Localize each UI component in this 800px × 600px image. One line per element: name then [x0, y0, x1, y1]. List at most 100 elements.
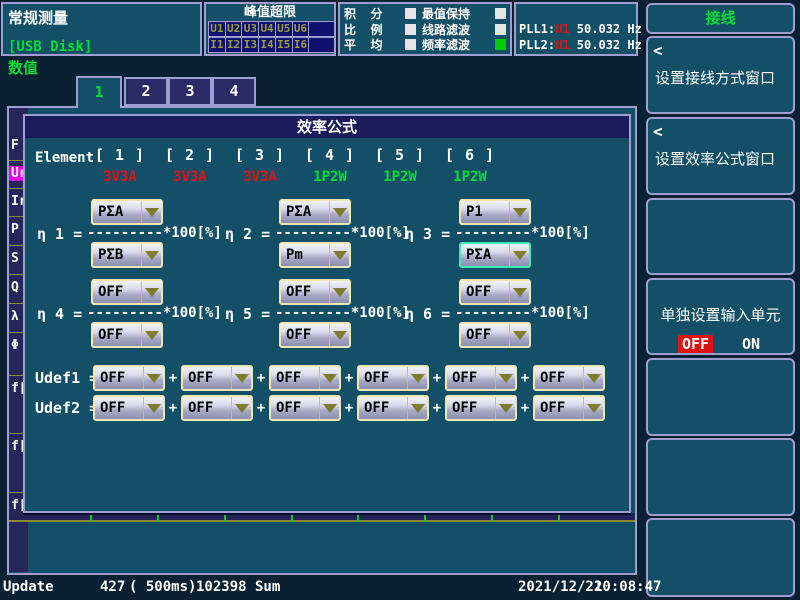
formula-eta1: η 1 = PΣA ---------*100[%] PΣB	[37, 199, 252, 269]
tab-page-4[interactable]: 4	[212, 77, 256, 106]
fraction-bar: ---------*100[%]	[87, 305, 222, 321]
wiring-type-6: 1P2W	[435, 169, 505, 185]
udef1-term2-dropdown[interactable]: OFF	[181, 365, 253, 391]
udef1-term6-dropdown[interactable]: OFF	[533, 365, 605, 391]
measurement-mode-label: 常规测量	[8, 7, 68, 28]
column-tick	[558, 515, 560, 522]
element-label: Element	[35, 146, 85, 185]
acquisition-status-box: 积 分 比 例 平 均 最值保持 线路滤波 频率滤波	[338, 2, 512, 56]
line-filter-label: 线路滤波	[422, 21, 470, 38]
update-count: 427	[100, 579, 125, 595]
eta5-denominator-dropdown[interactable]: OFF	[279, 322, 351, 348]
tab-page-2[interactable]: 2	[124, 77, 168, 106]
update-rate: ( 500ms)	[129, 579, 196, 595]
pll1-source: U1	[555, 22, 569, 36]
fraction-bar: ---------*100[%]	[455, 225, 590, 241]
chevron-down-icon	[143, 397, 163, 419]
eta5-numerator-dropdown[interactable]: OFF	[279, 279, 351, 305]
pll-box: PLL1:U1 50.032 Hz PLL2:U1 50.032 Hz	[514, 2, 638, 56]
eta4-numerator-dropdown[interactable]: OFF	[91, 279, 163, 305]
fraction-bar: ---------*100[%]	[455, 305, 590, 321]
udef2-term2-dropdown[interactable]: OFF	[181, 395, 253, 421]
element-3: [ 3 ]3V3A	[225, 146, 295, 185]
softkey-efficiency-formula-window[interactable]: < 设置效率公式窗口	[646, 117, 795, 195]
time-display: 10:08:47	[594, 579, 661, 595]
tab-page-3[interactable]: 3	[168, 77, 212, 106]
fraction-bar: ---------*100[%]	[275, 305, 410, 321]
back-arrow-icon: <	[653, 122, 663, 141]
plus-operator: +	[165, 400, 181, 416]
peak-indicator-u2: U2	[225, 21, 243, 37]
udef2-term5-dropdown[interactable]: OFF	[445, 395, 517, 421]
udef1-term5-dropdown[interactable]: OFF	[445, 365, 517, 391]
peak-indicator-i6: I6	[292, 37, 310, 53]
averaging-label: 平 均	[344, 36, 382, 53]
eta6-denominator-dropdown[interactable]: OFF	[459, 322, 531, 348]
chevron-down-icon	[141, 281, 161, 303]
integration-indicator	[405, 8, 416, 19]
sidebar-title-wiring: 接线	[646, 3, 795, 34]
chevron-down-icon	[141, 201, 161, 223]
chevron-down-icon	[583, 397, 603, 419]
averaging-indicator	[405, 39, 416, 50]
plus-operator: +	[341, 400, 357, 416]
udef1-row: Udef1 = OFF + OFF + OFF + OFF + OFF + OF…	[35, 364, 605, 392]
eta3-numerator-dropdown[interactable]: P1	[459, 199, 531, 225]
chevron-down-icon	[329, 281, 349, 303]
softkey-empty-2	[646, 358, 795, 436]
peak-indicator-i2: I2	[225, 37, 243, 53]
peak-indicator-i3: I3	[241, 37, 259, 53]
softkey-empty-4	[646, 518, 795, 597]
udef1-term3-dropdown[interactable]: OFF	[269, 365, 341, 391]
udef2-term4-dropdown[interactable]: OFF	[357, 395, 429, 421]
udef2-term1-dropdown[interactable]: OFF	[93, 395, 165, 421]
formula-eta4: η 4 = OFF ---------*100[%] OFF	[37, 279, 252, 349]
element-2: [ 2 ]3V3A	[155, 146, 225, 185]
peak-indicator-i5: I5	[275, 37, 293, 53]
column-tick	[491, 515, 493, 522]
eta1-numerator-dropdown[interactable]: PΣA	[91, 199, 163, 225]
peak-indicator-u5: U5	[275, 21, 293, 37]
eta4-denominator-dropdown[interactable]: OFF	[91, 322, 163, 348]
toggle-off-selected[interactable]: OFF	[678, 335, 713, 353]
chevron-down-icon	[143, 367, 163, 389]
plus-operator: +	[253, 370, 269, 386]
freq-filter-label: 频率滤波	[422, 36, 470, 53]
eta3-denominator-dropdown-focused[interactable]: PΣA	[459, 242, 531, 268]
toggle-on[interactable]: ON	[742, 335, 760, 353]
chevron-down-icon	[509, 244, 529, 266]
wiring-type-1: 3V3A	[85, 169, 155, 185]
tab-page-1[interactable]: 1	[76, 76, 122, 108]
formula-eta6: η 6 = OFF ---------*100[%] OFF	[405, 279, 620, 349]
status-right-column: 最值保持 线路滤波 频率滤波	[422, 6, 506, 52]
peak-indicator-u3: U3	[241, 21, 259, 37]
max-hold-indicator	[495, 8, 506, 19]
plus-operator: +	[429, 370, 445, 386]
column-tick	[157, 515, 159, 522]
line-filter-indicator	[495, 24, 506, 35]
eta1-denominator-dropdown[interactable]: PΣB	[91, 242, 163, 268]
table-header-strip	[9, 513, 635, 522]
pll1-readout: PLL1:U1 50.032 Hz	[519, 22, 642, 36]
element-1: [ 1 ]3V3A	[85, 146, 155, 185]
fraction-bar: ---------*100[%]	[275, 225, 410, 241]
chevron-down-icon	[509, 324, 529, 346]
udef2-term3-dropdown[interactable]: OFF	[269, 395, 341, 421]
udef2-term6-dropdown[interactable]: OFF	[533, 395, 605, 421]
pll1-frequency: 50.032 Hz	[570, 22, 642, 36]
chevron-down-icon	[319, 397, 339, 419]
softkey-wiring-settings-window[interactable]: < 设置接线方式窗口	[646, 36, 795, 114]
column-tick	[357, 515, 359, 522]
chevron-down-icon	[231, 397, 251, 419]
wiring-type-2: 3V3A	[155, 169, 225, 185]
udef1-term1-dropdown[interactable]: OFF	[93, 365, 165, 391]
eta6-numerator-dropdown[interactable]: OFF	[459, 279, 531, 305]
independent-input-label: 单独设置输入单元	[648, 304, 793, 325]
chevron-down-icon	[141, 324, 161, 346]
udef1-term4-dropdown[interactable]: OFF	[357, 365, 429, 391]
column-tick	[291, 515, 293, 522]
softkey-empty-1	[646, 198, 795, 275]
max-hold-label: 最值保持	[422, 5, 470, 22]
eta2-numerator-dropdown[interactable]: PΣA	[279, 199, 351, 225]
eta2-denominator-dropdown[interactable]: Pm	[279, 242, 351, 268]
